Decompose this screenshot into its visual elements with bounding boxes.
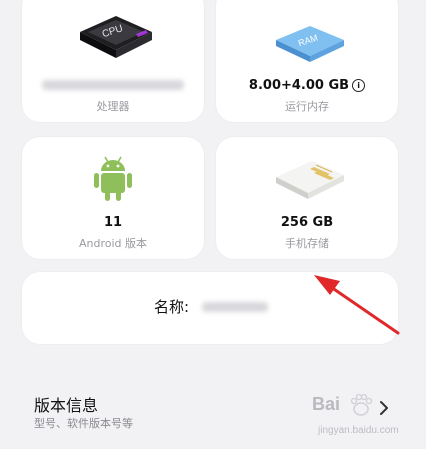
about-phone-page: CPU 处理器 RAM 8.00+4.00 GB i 运行内存 11 Andro… — [0, 0, 426, 449]
storage-card[interactable]: 256 GB 手机存储 — [216, 137, 398, 259]
device-name-redacted — [202, 302, 268, 312]
annotation-arrow — [314, 275, 400, 335]
android-version-value: 11 — [103, 215, 123, 230]
ram-value-row: 8.00+4.00 GB i — [216, 78, 398, 93]
cpu-chip-icon: CPU — [80, 16, 152, 58]
processor-name-redacted — [42, 80, 184, 90]
version-info-title: 版本信息 — [34, 396, 99, 415]
paw-watermark-icon — [350, 393, 373, 416]
android-robot-icon — [94, 156, 132, 201]
android-version-label: Android 版本 — [78, 237, 148, 250]
ram-value: 8.00+4.00 GB — [248, 78, 350, 93]
ram-label: 运行内存 — [285, 100, 329, 113]
info-icon[interactable]: i — [352, 79, 366, 92]
device-name-label: 名称: — [154, 298, 190, 316]
ram-chip-icon: RAM — [276, 26, 344, 62]
baidu-watermark: Bai — [312, 394, 341, 414]
storage-label: 手机存储 — [285, 237, 329, 250]
sd-card-icon — [276, 161, 344, 199]
version-info-subtitle: 型号、软件版本号等 — [34, 417, 133, 430]
ram-card[interactable]: RAM 8.00+4.00 GB i 运行内存 — [216, 0, 398, 122]
baidu-watermark-url: jingyan.baidu.com — [318, 425, 399, 436]
processor-card[interactable]: CPU 处理器 — [22, 0, 204, 122]
android-version-card[interactable]: 11 Android 版本 — [22, 137, 204, 259]
chevron-right-icon[interactable] — [376, 400, 392, 416]
storage-value: 256 GB — [280, 215, 334, 230]
processor-label: 处理器 — [96, 100, 130, 113]
